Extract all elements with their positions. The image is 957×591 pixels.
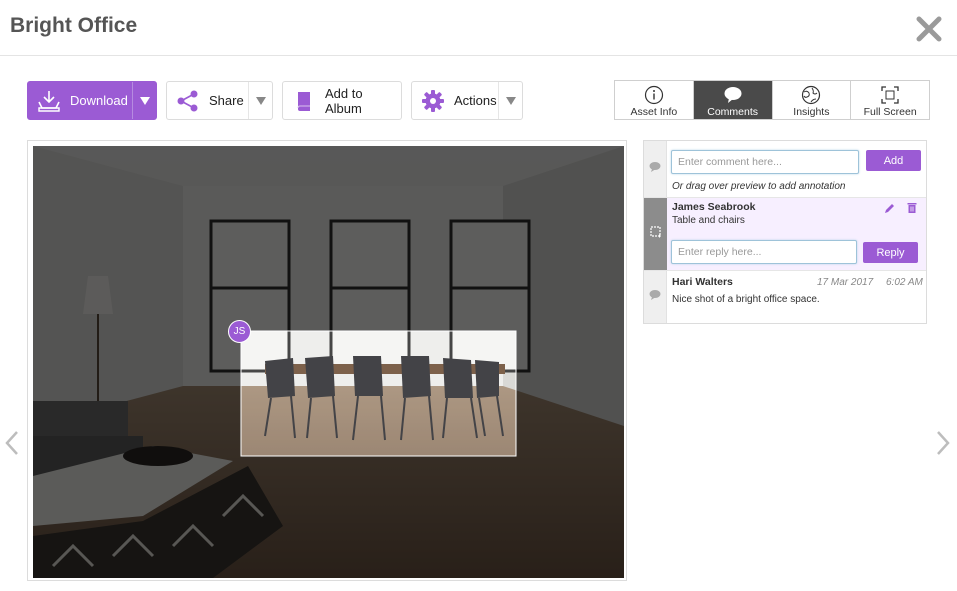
comment-input[interactable]: Enter comment here...	[671, 150, 859, 174]
download-dropdown-caret-icon[interactable]	[132, 82, 156, 119]
reply-button[interactable]: Reply	[863, 242, 918, 263]
comment-bubble-icon	[649, 288, 661, 306]
next-arrow-icon[interactable]	[934, 430, 952, 456]
add-to-album-label: Add to Album	[325, 85, 363, 116]
close-icon[interactable]	[914, 14, 944, 44]
comment-strip	[644, 271, 667, 323]
preview-image[interactable]	[33, 146, 624, 578]
tab-label: Comments	[707, 106, 758, 118]
header: Bright Office	[0, 0, 957, 56]
reply-input[interactable]: Enter reply here...	[671, 240, 857, 264]
download-label: Download	[70, 93, 128, 108]
annotation-region-icon	[649, 225, 662, 243]
comment-item: Hari Walters 17 Mar 2017 6:02 AM Nice sh…	[644, 271, 926, 323]
previous-arrow-icon[interactable]	[3, 430, 21, 456]
annotation-avatar[interactable]: JS	[228, 320, 251, 343]
comment-date: 17 Mar 2017	[817, 277, 874, 288]
share-dropdown-caret-icon[interactable]	[248, 82, 272, 119]
download-button[interactable]: Download	[27, 81, 157, 120]
globe-icon	[801, 85, 821, 105]
comment-text: Nice shot of a bright office space.	[672, 294, 820, 305]
album-book-icon	[291, 88, 317, 114]
share-label: Share	[209, 93, 244, 108]
delete-trash-icon[interactable]	[906, 201, 918, 219]
new-comment-row: Enter comment here... Add Or drag over p…	[644, 141, 926, 197]
add-to-album-button[interactable]: Add to Album	[282, 81, 402, 120]
tab-asset-info[interactable]: Asset Info	[615, 81, 694, 119]
gear-icon	[420, 88, 446, 114]
comment-item: James Seabrook Table and chairs Enter re…	[644, 197, 926, 271]
comment-author: James Seabrook	[672, 201, 756, 213]
tab-label: Full Screen	[863, 106, 917, 118]
comments-panel: Enter comment here... Add Or drag over p…	[643, 140, 927, 324]
edit-pencil-icon[interactable]	[884, 201, 896, 219]
speech-bubble-icon	[723, 85, 743, 105]
actions-label: Actions	[454, 93, 497, 108]
comment-strip	[644, 141, 667, 197]
comment-author: Hari Walters	[672, 276, 733, 288]
page-title: Bright Office	[10, 14, 138, 37]
actions-button[interactable]: Actions	[411, 81, 523, 120]
annotation-strip	[644, 198, 667, 270]
comment-text: Table and chairs	[672, 215, 745, 226]
add-comment-button[interactable]: Add	[866, 150, 921, 171]
share-button[interactable]: Share	[166, 81, 273, 120]
annotation-initials: JS	[233, 326, 246, 337]
annotation-hint: Or drag over preview to add annotation	[672, 181, 846, 192]
tab-label: Asset Info	[630, 106, 678, 118]
tab-comments[interactable]: Comments	[693, 81, 773, 119]
share-icon	[175, 88, 201, 114]
tab-full-screen[interactable]: Full Screen	[851, 81, 929, 119]
info-icon	[644, 85, 664, 105]
view-tabs: Asset Info Comments Insights Full Screen	[614, 80, 930, 120]
comment-time: 6:02 AM	[886, 277, 923, 288]
actions-dropdown-caret-icon[interactable]	[498, 82, 522, 119]
download-icon	[36, 88, 62, 114]
comment-bubble-icon	[649, 160, 661, 178]
preview-frame	[27, 140, 627, 581]
tab-insights[interactable]: Insights	[773, 81, 852, 119]
tab-label: Insights	[793, 106, 830, 118]
fullscreen-icon	[880, 85, 900, 105]
